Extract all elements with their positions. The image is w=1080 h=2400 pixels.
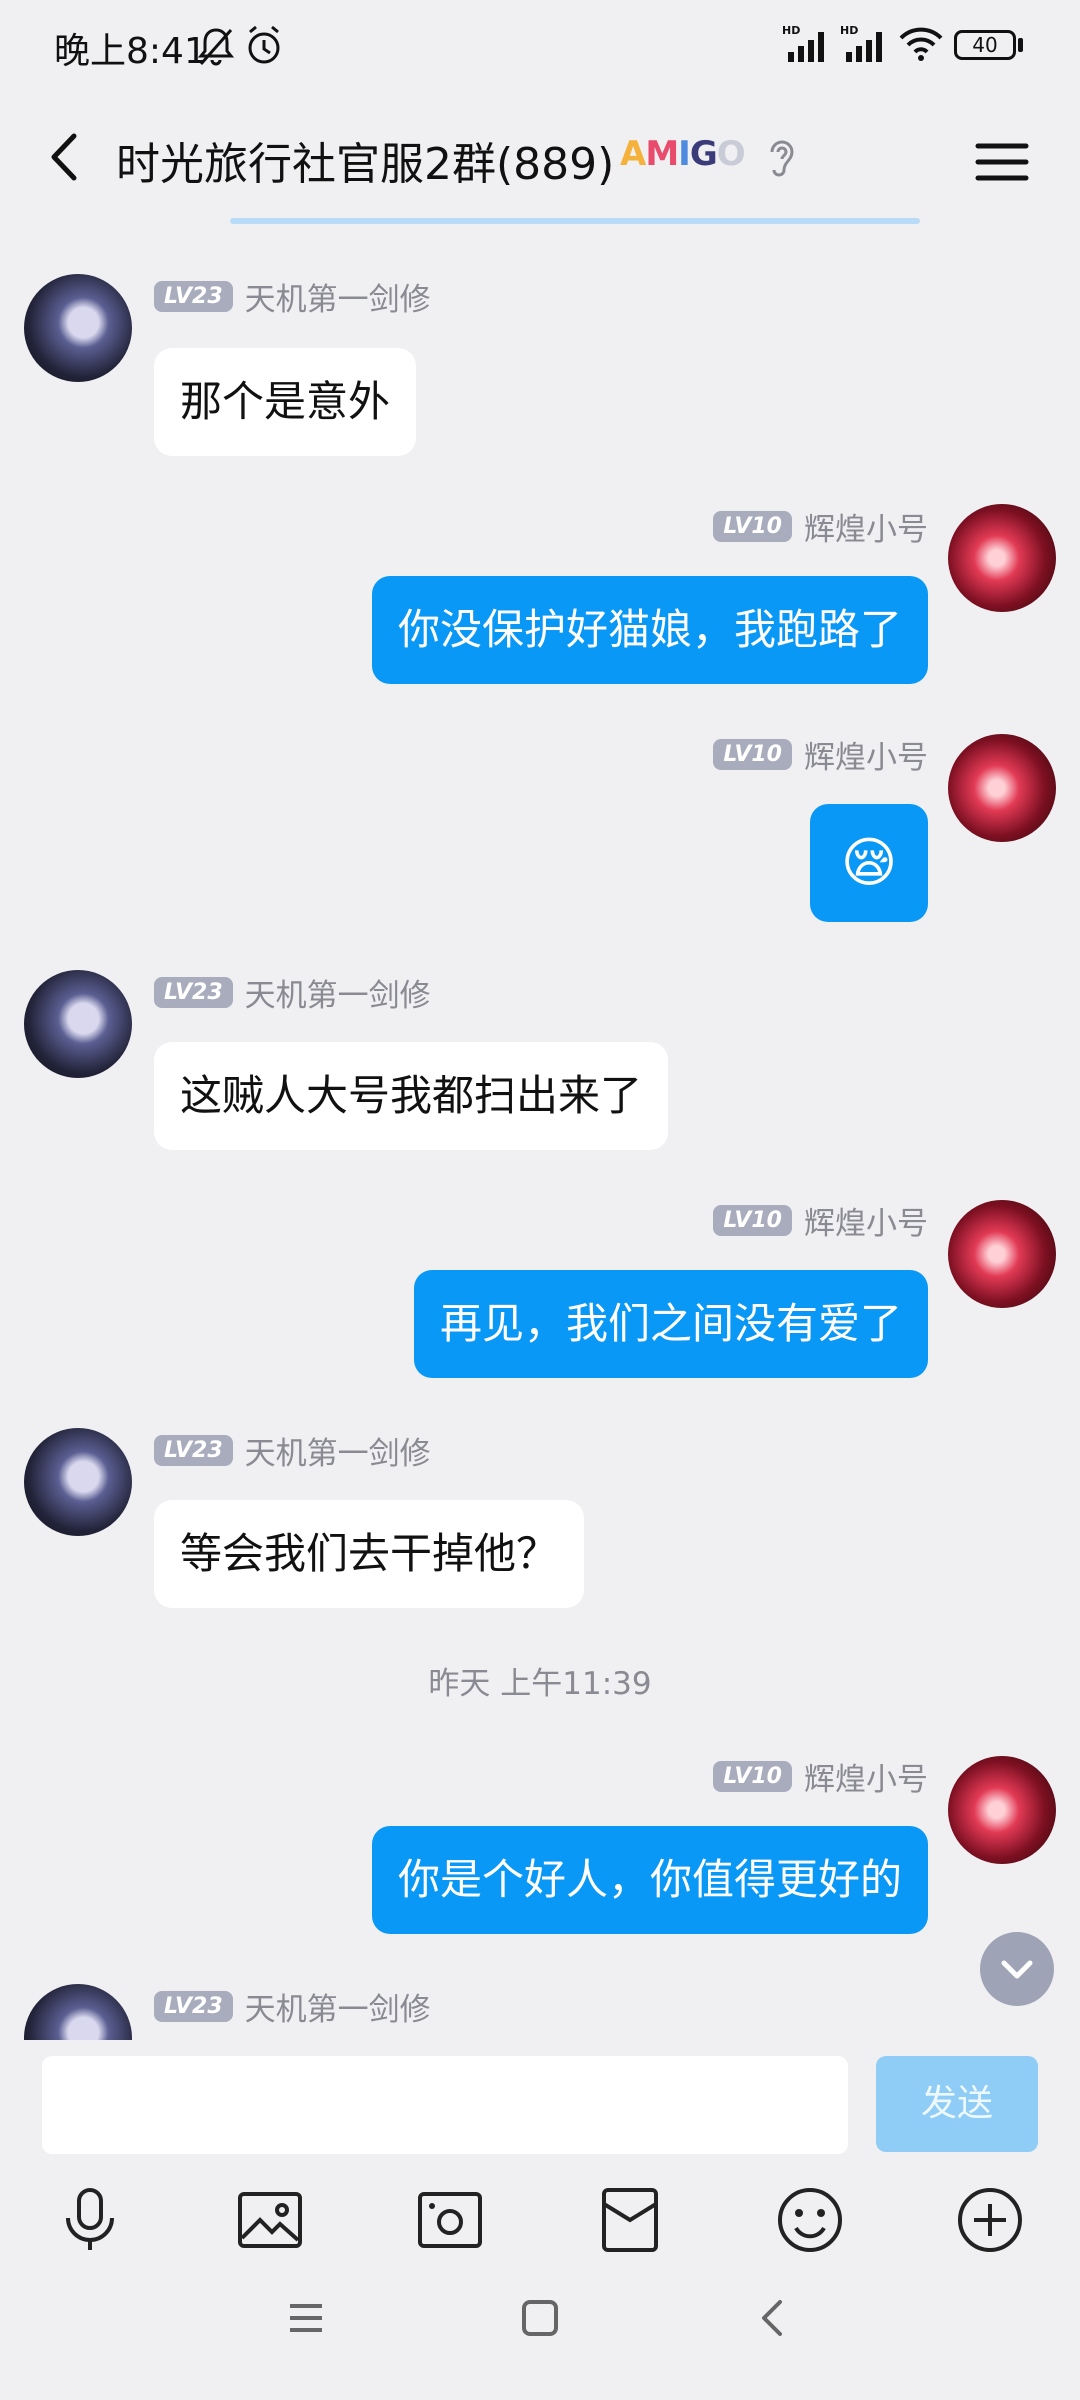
message-meta: LV10 辉煌小号 bbox=[713, 732, 928, 777]
message-meta: LV23 天机第一剑修 bbox=[154, 274, 431, 319]
group-title[interactable]: 时光旅行社官服2群(889) bbox=[116, 128, 614, 192]
level-badge: LV23 bbox=[154, 1434, 233, 1466]
avatar[interactable] bbox=[948, 734, 1056, 842]
plus-icon[interactable] bbox=[952, 2182, 1028, 2258]
message-bubble[interactable]: 你没保护好猫娘，我跑路了 bbox=[371, 576, 928, 684]
sender-name[interactable]: 辉煌小号 bbox=[804, 732, 928, 777]
status-bar: 晚上8:41 HD HD 40 bbox=[0, 0, 1080, 92]
avatar[interactable] bbox=[24, 970, 132, 1078]
message-bubble[interactable]: 再见，我们之间没有爱了 bbox=[413, 1270, 928, 1378]
message-bubble[interactable]: 那个是意外 bbox=[154, 348, 417, 456]
battery-tip bbox=[1018, 38, 1023, 52]
message-meta: LV23 天机第一剑修 bbox=[154, 1984, 431, 2029]
ear-icon[interactable] bbox=[766, 136, 796, 180]
avatar[interactable] bbox=[948, 1200, 1056, 1308]
battery-level: 40 bbox=[972, 33, 998, 57]
bell-off-icon bbox=[197, 28, 235, 66]
nav-menu-icon[interactable] bbox=[282, 2294, 330, 2342]
message-bubble[interactable]: 你是个好人，你值得更好的 bbox=[371, 1826, 928, 1934]
avatar[interactable] bbox=[24, 1984, 132, 2040]
sleepy-emoji-icon: 😪 bbox=[840, 831, 898, 894]
svg-text:HD: HD bbox=[840, 24, 858, 37]
avatar[interactable] bbox=[24, 274, 132, 382]
sender-name[interactable]: 辉煌小号 bbox=[804, 1754, 928, 1799]
input-area: 发送 bbox=[0, 2040, 1080, 2400]
sender-name[interactable]: 天机第一剑修 bbox=[245, 1428, 431, 1473]
message-meta: LV10 辉煌小号 bbox=[713, 504, 928, 549]
sender-name[interactable]: 辉煌小号 bbox=[804, 504, 928, 549]
level-badge: LV10 bbox=[713, 1760, 792, 1792]
amigo-badge: AMIGO bbox=[620, 134, 746, 174]
chat-header: 时光旅行社官服2群(889) AMIGO bbox=[0, 92, 1080, 224]
level-badge: LV10 bbox=[713, 738, 792, 770]
scroll-to-bottom-button[interactable] bbox=[980, 1932, 1054, 2006]
chevron-down-icon bbox=[1001, 1960, 1033, 1979]
emoji-bubble[interactable]: 😪 bbox=[810, 804, 928, 922]
level-badge: LV23 bbox=[154, 1990, 233, 2022]
message-bubble[interactable]: 这贼人大号我都扫出来了 bbox=[154, 1042, 669, 1150]
avatar[interactable] bbox=[24, 1428, 132, 1536]
signal-hd-icon: HD bbox=[840, 24, 882, 62]
level-badge: LV23 bbox=[154, 280, 233, 312]
level-badge: LV23 bbox=[154, 976, 233, 1008]
message-meta: LV10 辉煌小号 bbox=[713, 1754, 928, 1799]
emoji-icon[interactable] bbox=[772, 2182, 848, 2258]
message-meta: LV10 辉煌小号 bbox=[713, 1198, 928, 1243]
avatar[interactable] bbox=[948, 504, 1056, 612]
sender-name[interactable]: 辉煌小号 bbox=[804, 1198, 928, 1243]
microphone-icon[interactable] bbox=[52, 2182, 128, 2258]
message-input[interactable] bbox=[42, 2056, 848, 2154]
level-badge: LV10 bbox=[713, 510, 792, 542]
level-badge: LV10 bbox=[713, 1204, 792, 1236]
back-button[interactable] bbox=[30, 122, 100, 192]
message-list[interactable]: LV23 天机第一剑修 那个是意外 LV10 辉煌小号 你没保护好猫娘，我跑路了… bbox=[0, 224, 1080, 2040]
menu-button[interactable] bbox=[972, 132, 1032, 192]
message-meta: LV23 天机第一剑修 bbox=[154, 970, 431, 1015]
battery-icon: 40 bbox=[954, 30, 1016, 60]
sender-name[interactable]: 天机第一剑修 bbox=[245, 1984, 431, 2029]
svg-text:HD: HD bbox=[782, 24, 800, 37]
status-time: 晚上8:41 bbox=[54, 31, 207, 72]
sender-name[interactable]: 天机第一剑修 bbox=[245, 274, 431, 319]
avatar[interactable] bbox=[948, 1756, 1056, 1864]
alarm-icon bbox=[248, 25, 280, 64]
red-packet-icon[interactable] bbox=[592, 2182, 668, 2258]
message-meta: LV23 天机第一剑修 bbox=[154, 1428, 431, 1473]
signal-hd-icon: HD bbox=[782, 24, 824, 62]
image-icon[interactable] bbox=[232, 2182, 308, 2258]
wifi-icon bbox=[899, 27, 943, 61]
message-bubble[interactable]: 等会我们去干掉他？ bbox=[154, 1500, 585, 1608]
nav-home-icon[interactable] bbox=[516, 2294, 564, 2342]
sender-name[interactable]: 天机第一剑修 bbox=[245, 970, 431, 1015]
camera-icon[interactable] bbox=[412, 2182, 488, 2258]
message-timestamp: 昨天 上午11:39 bbox=[428, 1666, 652, 1702]
nav-back-icon[interactable] bbox=[750, 2294, 798, 2342]
send-button[interactable]: 发送 bbox=[876, 2056, 1038, 2152]
